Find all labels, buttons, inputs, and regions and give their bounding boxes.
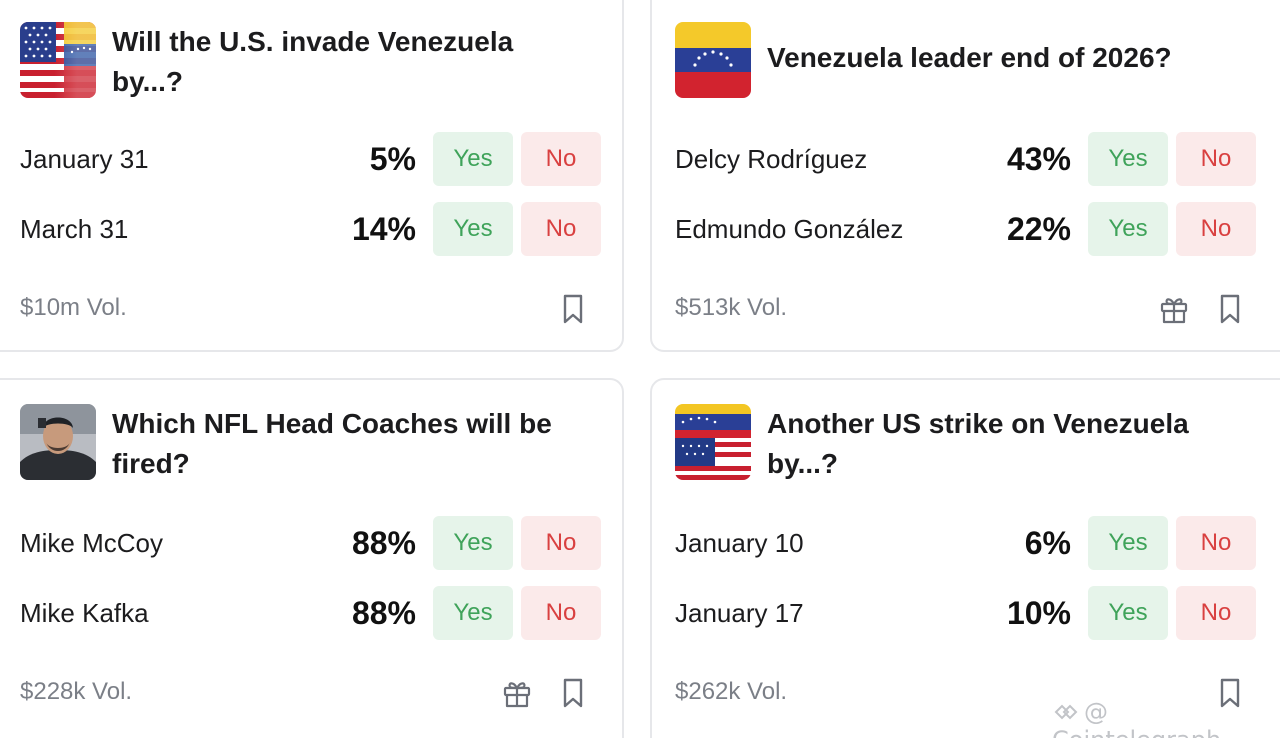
outcome-label: Delcy Rodríguez [675, 144, 868, 174]
outcome-row: Mike Kafka 88% Yes No [20, 586, 602, 640]
outcome-row: January 10 6% Yes No [675, 516, 1257, 570]
us-venezuela-flag-thumbnail [20, 22, 96, 98]
outcome-row: Edmundo González 22% Yes No [675, 202, 1257, 256]
outcome-percent: 43% [1006, 141, 1071, 177]
no-button[interactable]: No [521, 132, 601, 186]
yes-button[interactable]: Yes [433, 516, 513, 570]
outcome-percent: 6% [1024, 525, 1071, 561]
coach-photo-thumbnail [20, 404, 96, 480]
yes-button[interactable]: Yes [1088, 516, 1168, 570]
outcome-label: Mike Kafka [20, 598, 149, 628]
outcome-row: Mike McCoy 88% Yes No [20, 516, 602, 570]
outcome-percent: 88% [351, 525, 416, 561]
market-title[interactable]: Another US strike on Venezuela by...? [767, 404, 1247, 484]
market-card[interactable]: Which NFL Head Coaches will be fired? Mi… [0, 378, 624, 738]
yes-button[interactable]: Yes [433, 132, 513, 186]
outcome-percent: 88% [351, 595, 416, 631]
watermark: @ Cointelegraph [1052, 698, 1280, 738]
no-button[interactable]: No [521, 202, 601, 256]
yes-button[interactable]: Yes [433, 202, 513, 256]
no-button[interactable]: No [1176, 132, 1256, 186]
market-card[interactable]: Venezuela leader end of 2026? Delcy Rodr… [650, 0, 1280, 352]
yes-button[interactable]: Yes [1088, 586, 1168, 640]
yes-button[interactable]: Yes [433, 586, 513, 640]
market-title[interactable]: Which NFL Head Coaches will be fired? [112, 404, 592, 484]
outcome-percent: 14% [351, 211, 416, 247]
bookmark-icon[interactable] [558, 677, 588, 709]
no-button[interactable]: No [1176, 586, 1256, 640]
market-title[interactable]: Venezuela leader end of 2026? [767, 38, 1247, 78]
no-button[interactable]: No [521, 586, 601, 640]
outcome-label: January 31 [20, 144, 149, 174]
outcome-label: Edmundo González [675, 214, 904, 244]
bookmark-icon[interactable] [558, 293, 588, 325]
yes-button[interactable]: Yes [1088, 132, 1168, 186]
gift-icon[interactable] [1159, 293, 1189, 325]
gift-icon[interactable] [502, 677, 532, 709]
no-button[interactable]: No [521, 516, 601, 570]
market-card[interactable]: Another US strike on Venezuela by...? Ja… [650, 378, 1280, 738]
outcome-label: January 17 [675, 598, 804, 628]
outcome-percent: 10% [1006, 595, 1071, 631]
outcome-row: January 31 5% Yes No [20, 132, 602, 186]
volume-label: $262k Vol. [675, 678, 788, 705]
volume-label: $10m Vol. [20, 294, 127, 321]
no-button[interactable]: No [1176, 202, 1256, 256]
outcome-row: Delcy Rodríguez 43% Yes No [675, 132, 1257, 186]
bookmark-icon[interactable] [1215, 293, 1245, 325]
outcome-percent: 5% [369, 141, 416, 177]
volume-label: $513k Vol. [675, 294, 788, 321]
venezuela-flag-thumbnail [675, 22, 751, 98]
outcome-percent: 22% [1006, 211, 1071, 247]
outcome-label: March 31 [20, 214, 129, 244]
outcome-row: March 31 14% Yes No [20, 202, 602, 256]
volume-label: $228k Vol. [20, 678, 133, 705]
outcome-label: January 10 [675, 528, 804, 558]
yes-button[interactable]: Yes [1088, 202, 1168, 256]
outcome-row: January 17 10% Yes No [675, 586, 1257, 640]
no-button[interactable]: No [1176, 516, 1256, 570]
market-title[interactable]: Will the U.S. invade Venezuela by...? [112, 22, 592, 102]
venezuela-us-flag-thumbnail [675, 404, 751, 480]
outcome-label: Mike McCoy [20, 528, 164, 558]
cointelegraph-logo-icon [1052, 700, 1080, 724]
market-card[interactable]: Will the U.S. invade Venezuela by...? Ja… [0, 0, 624, 352]
